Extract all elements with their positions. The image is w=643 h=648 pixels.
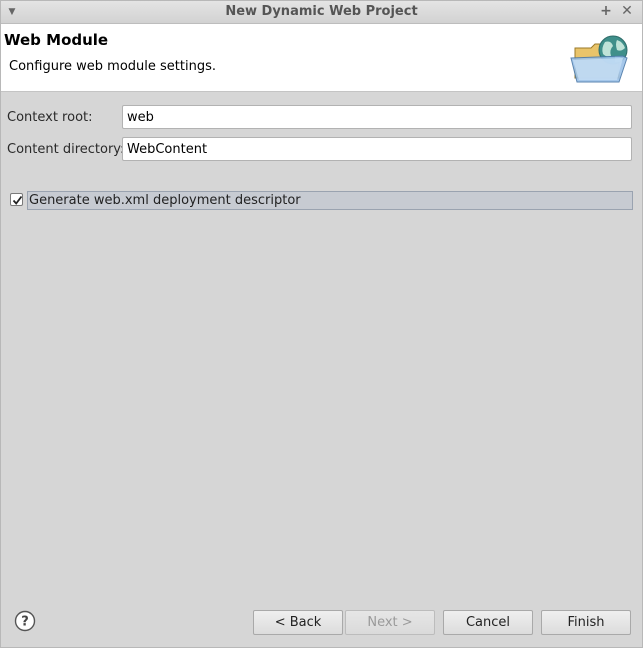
context-root-label: Context root: — [7, 110, 93, 125]
help-icon[interactable]: ? — [14, 610, 36, 632]
page-description: Configure web module settings. — [9, 59, 216, 74]
close-icon[interactable]: ✕ — [619, 3, 635, 19]
back-button[interactable]: < Back — [253, 610, 343, 635]
finish-button[interactable]: Finish — [541, 610, 631, 635]
wizard-banner: Web Module Configure web module settings… — [1, 24, 642, 92]
next-button[interactable]: Next > — [345, 610, 435, 635]
wizard-dialog: ▼ New Dynamic Web Project + ✕ Web Module… — [0, 0, 643, 648]
content-directory-label: Content directory: — [7, 142, 125, 157]
checkbox-checked-icon[interactable] — [10, 193, 23, 206]
plus-icon[interactable]: + — [598, 3, 614, 19]
page-title: Web Module — [4, 31, 109, 49]
svg-text:?: ? — [21, 615, 29, 630]
globe-folder-icon — [570, 35, 628, 83]
title-bar[interactable]: ▼ New Dynamic Web Project + ✕ — [1, 1, 642, 24]
generate-descriptor-label[interactable]: Generate web.xml deployment descriptor — [27, 191, 633, 210]
content-directory-input[interactable] — [122, 137, 632, 161]
context-root-input[interactable] — [122, 105, 632, 129]
cancel-button[interactable]: Cancel — [443, 610, 533, 635]
window-title: New Dynamic Web Project — [225, 4, 418, 19]
generate-descriptor-checkbox[interactable]: Generate web.xml deployment descriptor — [8, 191, 633, 210]
